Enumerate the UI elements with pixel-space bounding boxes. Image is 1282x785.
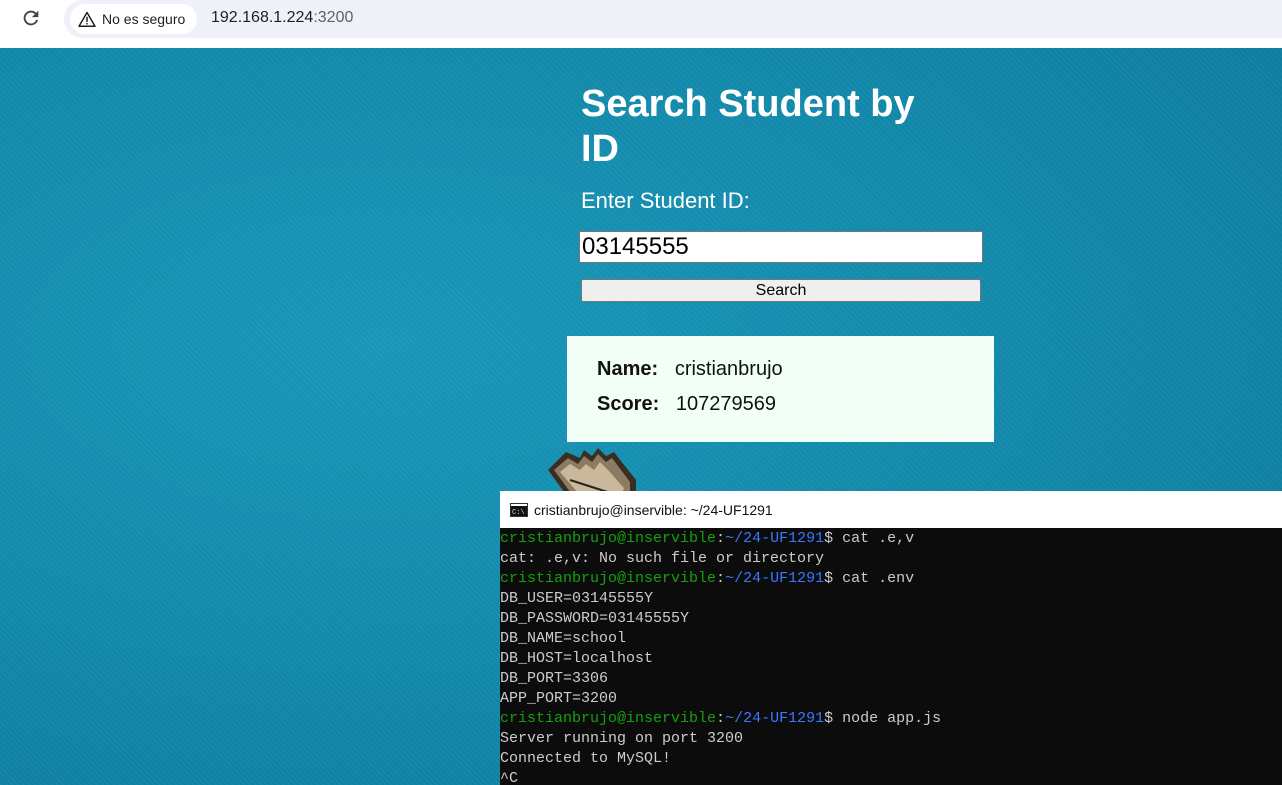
prompt-user: cristianbrujo@inservible [500,530,717,547]
terminal-line: Server running on port 3200 [500,730,744,747]
prompt-separator: : [716,530,726,547]
terminal-line: APP_PORT=3200 [500,690,618,707]
search-button[interactable]: Search [581,279,981,302]
prompt-path: ~/24-UF1291 [725,570,825,587]
terminal-line: Connected to MySQL! [500,750,672,767]
warning-icon [78,11,96,27]
terminal-line: DB_PORT=3306 [500,670,609,687]
terminal-title: cristianbrujo@inservible: ~/24-UF1291 [534,501,773,518]
result-name-row: Name: cristianbrujo [597,358,783,381]
command-text: $ cat .e,v [824,530,915,547]
command-text: $ node app.js [824,710,942,727]
url-host: 192.168.1.224 [211,9,314,26]
prompt-separator: : [716,710,726,727]
score-value: 107279569 [675,393,777,415]
terminal-line: DB_PASSWORD=03145555Y [500,610,690,627]
student-id-input[interactable] [579,231,983,263]
prompt-path: ~/24-UF1291 [725,530,825,547]
url-text[interactable]: 192.168.1.224:3200 [211,9,353,27]
prompt-user: cristianbrujo@inservible [500,570,717,587]
command-text: $ cat .env [824,570,915,587]
terminal-line: cristianbrujo@inservible:~/24-UF1291$ ca… [500,529,1282,549]
terminal-output[interactable]: cristianbrujo@inservible:~/24-UF1291$ ca… [500,528,1282,785]
url-port: :3200 [313,9,354,26]
prompt-separator: : [716,570,726,587]
security-label: No es seguro [102,11,186,27]
security-indicator[interactable]: No es seguro [70,4,198,34]
result-card: Name: cristianbrujo Score: 107279569 [567,336,994,442]
terminal-line: cristianbrujo@inservible:~/24-UF1291$ no… [500,709,1282,729]
name-value: cristianbrujo [674,358,783,380]
score-label: Score: [597,393,660,415]
terminal-line: cat: .e,v: No such file or directory [500,550,825,567]
prompt-user: cristianbrujo@inservible [500,710,717,727]
terminal-window[interactable]: C:\ cristianbrujo@inservible: ~/24-UF129… [500,491,1282,785]
terminal-line: ^C [500,770,519,785]
page-title: Search Student by ID [581,83,915,170]
browser-toolbar: No es seguro 192.168.1.224:3200 [0,0,1282,48]
svg-text:C:\: C:\ [512,509,525,517]
terminal-titlebar[interactable]: C:\ cristianbrujo@inservible: ~/24-UF129… [500,491,1282,528]
terminal-line: DB_HOST=localhost [500,650,654,667]
terminal-line: DB_USER=03145555Y [500,590,654,607]
terminal-icon: C:\ [510,502,528,517]
result-score-row: Score: 107279569 [597,393,776,416]
name-label: Name: [597,358,659,380]
terminal-line: DB_NAME=school [500,630,627,647]
student-id-label: Enter Student ID: [581,188,750,213]
terminal-line: cristianbrujo@inservible:~/24-UF1291$ ca… [500,569,1282,589]
reload-icon[interactable] [20,7,42,29]
prompt-path: ~/24-UF1291 [725,710,825,727]
